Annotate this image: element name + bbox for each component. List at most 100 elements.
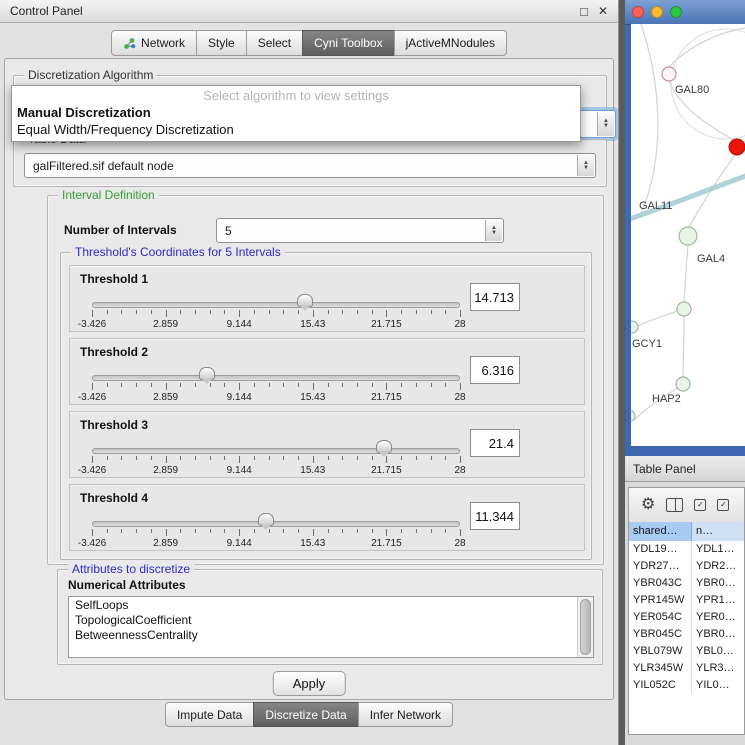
cell-shared-name[interactable]: YPR145W	[629, 592, 692, 609]
threshold-value[interactable]: 11.344	[470, 502, 520, 530]
node-hap2[interactable]	[676, 377, 690, 391]
list-scrollbar[interactable]	[577, 597, 593, 657]
attribute-item-topologicalcoefficient[interactable]: TopologicalCoefficient	[69, 612, 593, 627]
close-icon[interactable]: ✕	[598, 4, 608, 18]
table-row[interactable]: YBR043CYBR0…	[629, 575, 744, 592]
table-row[interactable]: YPR145WYPR1…	[629, 592, 744, 609]
cell-name[interactable]: YLR3…	[692, 660, 744, 677]
cell-name[interactable]: YER0…	[692, 609, 744, 626]
cell-name[interactable]: YBL0…	[692, 643, 744, 660]
minimize-traffic-light-icon[interactable]	[651, 6, 663, 18]
threshold-label: Threshold 1	[80, 272, 148, 286]
node-selected-red[interactable]	[729, 139, 745, 155]
tab-network[interactable]: Network	[111, 30, 197, 56]
number-of-intervals-value: 5	[225, 224, 232, 238]
cell-shared-name[interactable]: YDR27…	[629, 558, 692, 575]
column-header-shared-name[interactable]: shared…	[629, 522, 692, 541]
number-of-intervals-combo[interactable]: 5 ▲ ▼	[216, 218, 504, 243]
cell-shared-name[interactable]: YER054C	[629, 609, 692, 626]
slider-track[interactable]	[92, 448, 460, 454]
cell-shared-name[interactable]: YDL19…	[629, 541, 692, 558]
threshold-panel-2: Threshold 2 -3.4262.8599.14415.4321.7152…	[69, 338, 585, 405]
tab-label: Network	[141, 36, 185, 50]
zoom-traffic-light-icon[interactable]	[670, 6, 682, 18]
combo-stepper-icon[interactable]: ▲ ▼	[577, 155, 594, 176]
tab-label: Style	[208, 36, 235, 50]
select-none-checkbox-icon[interactable]: ✓	[717, 499, 729, 511]
node[interactable]	[631, 410, 635, 422]
edge	[641, 24, 658, 214]
attributes-group-title: Attributes to discretize	[68, 562, 194, 576]
gear-icon[interactable]: ⚙	[641, 497, 655, 513]
cell-name[interactable]: YPR1…	[692, 592, 744, 609]
tab-jactivemnodules[interactable]: jActiveMNodules	[394, 30, 507, 56]
tab-discretize-data[interactable]: Discretize Data	[253, 702, 358, 727]
popup-placeholder-option[interactable]: Select algorithm to view settings	[12, 86, 580, 104]
network-canvas[interactable]: GAL80 GAL11 GAL4 GCY1 HAP2	[631, 24, 745, 446]
tab-style[interactable]: Style	[196, 30, 247, 56]
slider-thumb[interactable]	[199, 367, 215, 380]
tab-select[interactable]: Select	[246, 30, 303, 56]
cell-name[interactable]: YDR2…	[692, 558, 744, 575]
select-all-checkbox-icon[interactable]: ✓	[694, 499, 706, 511]
close-traffic-light-icon[interactable]	[632, 6, 644, 18]
table-data-combo-value: galFiltered.sif default node	[33, 159, 174, 173]
node-gal80[interactable]	[662, 67, 676, 81]
cell-name[interactable]: YBR0…	[692, 575, 744, 592]
threshold-slider[interactable]: -3.4262.8599.14415.4321.71528	[92, 365, 460, 403]
node[interactable]	[677, 302, 691, 316]
table-data-combo[interactable]: galFiltered.sif default node ▲ ▼	[24, 153, 596, 178]
combo-stepper-icon[interactable]: ▲ ▼	[485, 220, 502, 241]
cell-shared-name[interactable]: YBL079W	[629, 643, 692, 660]
column-header-name[interactable]: n…	[692, 522, 744, 541]
slider-track[interactable]	[92, 302, 460, 308]
combo-stepper-icon[interactable]: ▲ ▼	[597, 112, 614, 136]
cell-shared-name[interactable]: YIL052C	[629, 677, 692, 694]
algorithm-option-manual-discretization[interactable]: Manual Discretization	[12, 104, 580, 121]
slider-track[interactable]	[92, 521, 460, 527]
apply-button[interactable]: Apply	[273, 671, 346, 696]
slider-thumb[interactable]	[376, 440, 392, 453]
table-row[interactable]: YLR345WYLR3…	[629, 660, 744, 677]
threshold-value[interactable]: 14.713	[470, 283, 520, 311]
tab-infer-network[interactable]: Infer Network	[358, 702, 453, 727]
cell-shared-name[interactable]: YBR045C	[629, 626, 692, 643]
slider-ticks	[92, 383, 460, 391]
column-settings-icon[interactable]	[666, 498, 683, 512]
slider-ticks	[92, 310, 460, 318]
table-row[interactable]: YER054CYER0…	[629, 609, 744, 626]
attribute-item-selfloops[interactable]: SelfLoops	[69, 597, 593, 612]
slider-track[interactable]	[92, 375, 460, 381]
numerical-attributes-list[interactable]: SelfLoopsTopologicalCoefficientBetweenne…	[68, 596, 594, 658]
threshold-slider[interactable]: -3.4262.8599.14415.4321.71528	[92, 511, 460, 549]
scrollbar-thumb[interactable]	[580, 599, 591, 655]
slider-thumb[interactable]	[297, 294, 313, 307]
cell-name[interactable]: YBR0…	[692, 626, 744, 643]
threshold-value[interactable]: 21.4	[470, 429, 520, 457]
tab-impute-data[interactable]: Impute Data	[165, 702, 254, 727]
slider-thumb[interactable]	[258, 513, 274, 526]
table-row[interactable]: YDL19…YDL1…	[629, 541, 744, 558]
threshold-slider[interactable]: -3.4262.8599.14415.4321.71528	[92, 438, 460, 476]
cell-shared-name[interactable]: YLR345W	[629, 660, 692, 677]
control-panel-title: Control Panel	[10, 4, 570, 18]
node-gal4[interactable]	[679, 227, 697, 245]
attribute-item-betweennesscentrality[interactable]: BetweennessCentrality	[69, 627, 593, 642]
tab-label: Cyni Toolbox	[314, 36, 382, 50]
cell-name[interactable]: YIL0…	[692, 677, 744, 694]
cell-shared-name[interactable]: YBR043C	[629, 575, 692, 592]
edge	[669, 28, 745, 67]
tab-cyni-toolbox[interactable]: Cyni Toolbox	[302, 30, 394, 56]
threshold-value[interactable]: 6.316	[470, 356, 520, 384]
algorithm-option-equal-width-frequency-discretization[interactable]: Equal Width/Frequency Discretization	[12, 121, 580, 138]
node-gcy1[interactable]	[631, 321, 638, 333]
table-row[interactable]: YIL052CYIL0…	[629, 677, 744, 694]
threshold-slider[interactable]: -3.4262.8599.14415.4321.71528	[92, 292, 460, 330]
table-row[interactable]: YBR045CYBR0…	[629, 626, 744, 643]
table-row[interactable]: YDR27…YDR2…	[629, 558, 744, 575]
table-row[interactable]: YBL079WYBL0…	[629, 643, 744, 660]
slider-scale-labels: -3.4262.8599.14415.4321.71528	[92, 319, 460, 330]
node-label-gal11: GAL11	[639, 200, 672, 212]
float-window-icon[interactable]: □	[580, 4, 588, 19]
cell-name[interactable]: YDL1…	[692, 541, 744, 558]
